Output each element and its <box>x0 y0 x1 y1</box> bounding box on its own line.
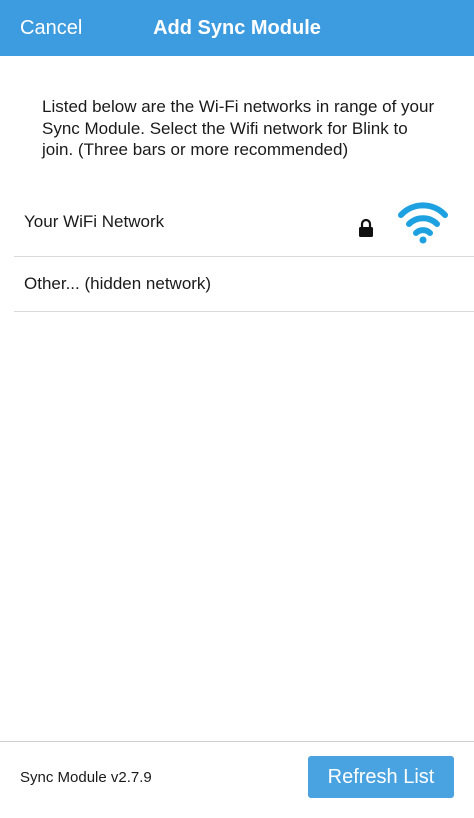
refresh-list-button[interactable]: Refresh List <box>308 756 454 798</box>
page-title: Add Sync Module <box>153 17 321 39</box>
footer-bar: Sync Module v2.7.9 Refresh List <box>0 741 474 818</box>
version-label: Sync Module v2.7.9 <box>20 769 152 786</box>
instructions-text: Listed below are the Wi-Fi networks in r… <box>42 97 435 159</box>
network-row-hidden[interactable]: Other... (hidden network) <box>14 256 474 312</box>
network-name: Other... (hidden network) <box>24 274 212 293</box>
network-row-your-wifi[interactable]: Your WiFi Network <box>14 198 474 257</box>
navigation-bar: Cancel Add Sync Module <box>0 0 474 56</box>
lock-icon <box>359 218 373 237</box>
wifi-signal-icon <box>398 202 448 244</box>
network-name: Your WiFi Network <box>24 212 165 231</box>
